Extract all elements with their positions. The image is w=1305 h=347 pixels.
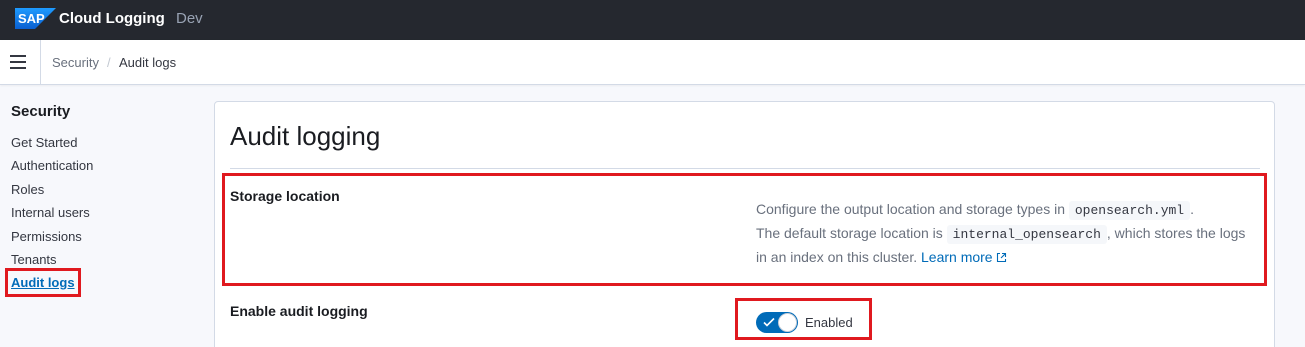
highlight-box-toggle bbox=[735, 298, 872, 340]
breadcrumb-security[interactable]: Security bbox=[52, 55, 99, 70]
sidebar-item-tenants[interactable]: Tenants bbox=[11, 252, 57, 267]
highlight-box-storage bbox=[222, 173, 1267, 286]
top-bar: SAP Cloud Logging Dev bbox=[0, 0, 1305, 40]
environment-label: Dev bbox=[176, 10, 203, 27]
menu-button[interactable] bbox=[8, 52, 28, 72]
svg-text:SAP: SAP bbox=[18, 11, 45, 26]
sap-logo: SAP bbox=[15, 8, 56, 29]
sidebar-item-roles[interactable]: Roles bbox=[11, 182, 44, 197]
app-name: Cloud Logging bbox=[59, 10, 165, 27]
sidebar-item-authentication[interactable]: Authentication bbox=[11, 158, 93, 173]
page-title: Audit logging bbox=[230, 121, 381, 151]
sidebar-item-internal-users[interactable]: Internal users bbox=[11, 205, 90, 220]
sidebar-item-get-started[interactable]: Get Started bbox=[11, 135, 77, 150]
title-divider bbox=[230, 168, 1260, 169]
breadcrumb-separator: / bbox=[107, 55, 111, 70]
sidebar-item-permissions[interactable]: Permissions bbox=[11, 229, 82, 244]
sidebar-title: Security bbox=[11, 103, 71, 120]
breadcrumb-audit-logs: Audit logs bbox=[119, 55, 177, 70]
highlight-box-sidebar bbox=[5, 268, 81, 297]
header-divider bbox=[40, 40, 41, 84]
hamburger-icon bbox=[10, 55, 26, 57]
enable-audit-logging-label: Enable audit logging bbox=[230, 303, 368, 319]
header-bar: Security / Audit logs bbox=[0, 40, 1305, 85]
